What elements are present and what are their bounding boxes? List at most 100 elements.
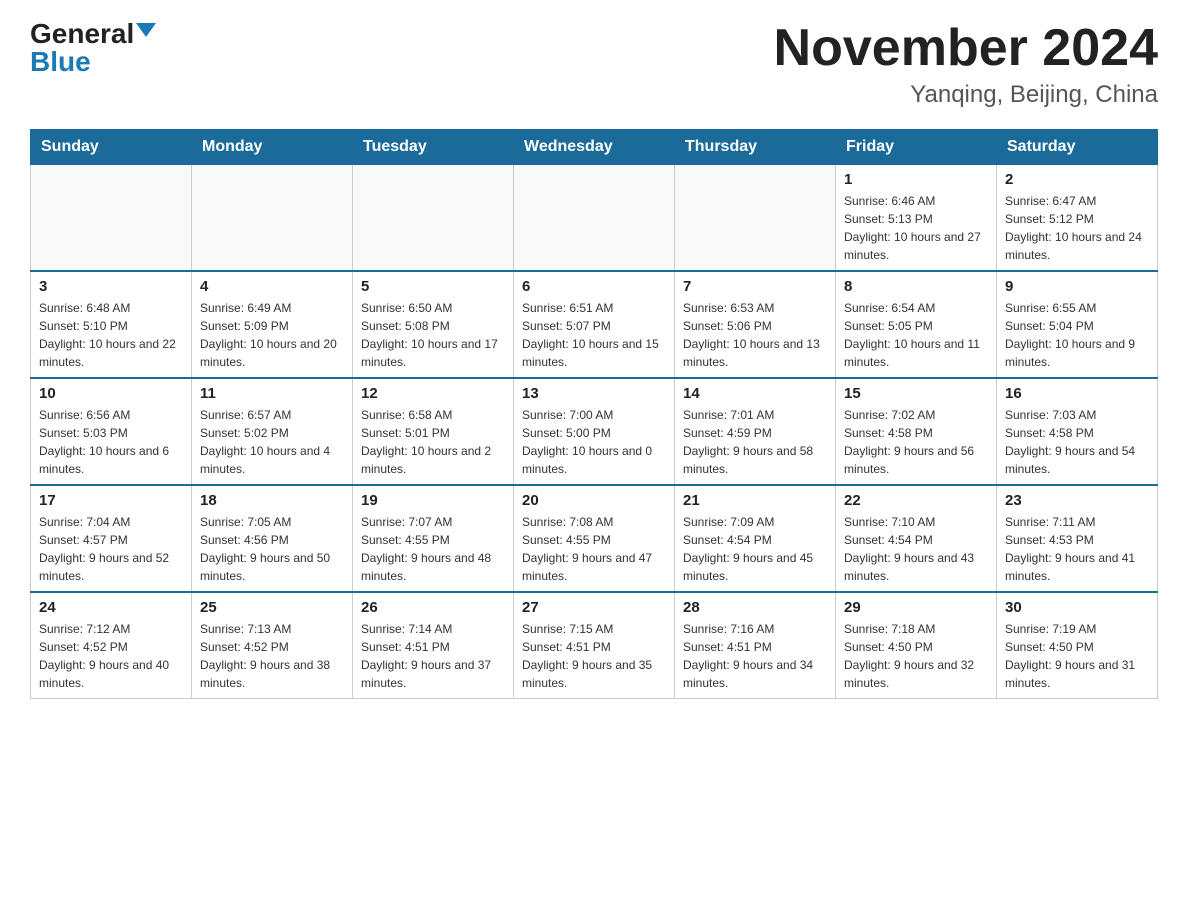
- calendar-cell: 20Sunrise: 7:08 AMSunset: 4:55 PMDayligh…: [514, 485, 675, 592]
- day-info: Sunrise: 7:11 AMSunset: 4:53 PMDaylight:…: [1005, 513, 1149, 585]
- day-number: 13: [522, 385, 666, 402]
- day-info: Sunrise: 6:47 AMSunset: 5:12 PMDaylight:…: [1005, 192, 1149, 264]
- calendar-cell: 6Sunrise: 6:51 AMSunset: 5:07 PMDaylight…: [514, 271, 675, 378]
- day-number: 30: [1005, 599, 1149, 616]
- calendar-header-row: SundayMondayTuesdayWednesdayThursdayFrid…: [31, 130, 1158, 165]
- calendar-cell: [192, 165, 353, 272]
- calendar-cell: 17Sunrise: 7:04 AMSunset: 4:57 PMDayligh…: [31, 485, 192, 592]
- day-info: Sunrise: 7:08 AMSunset: 4:55 PMDaylight:…: [522, 513, 666, 585]
- day-info: Sunrise: 6:48 AMSunset: 5:10 PMDaylight:…: [39, 299, 183, 371]
- calendar-week-3: 10 Sunrise: 6:56 AMSunset: 5:03 PMDayligh…: [31, 378, 1158, 485]
- day-info: Sunrise: 6:46 AMSunset: 5:13 PMDaylight:…: [844, 192, 988, 264]
- calendar-cell: 11 Sunrise: 6:57 AMSunset: 5:02 PMDayligh…: [192, 378, 353, 485]
- day-header-tuesday: Tuesday: [353, 130, 514, 165]
- day-number: 17: [39, 492, 183, 509]
- page-header: General Blue November 2024 Yanqing, Beij…: [30, 20, 1158, 109]
- day-number: 25: [200, 599, 344, 616]
- calendar-cell: 9Sunrise: 6:55 AMSunset: 5:04 PMDaylight…: [997, 271, 1158, 378]
- logo: General Blue: [30, 20, 156, 76]
- calendar-cell: [31, 165, 192, 272]
- day-info: Sunrise: 6:51 AMSunset: 5:07 PMDaylight:…: [522, 299, 666, 371]
- day-info: Sunrise: 7:13 AMSunset: 4:52 PMDaylight:…: [200, 620, 344, 692]
- calendar-cell: 10 Sunrise: 6:56 AMSunset: 5:03 PMDayligh…: [31, 378, 192, 485]
- day-number: 14: [683, 385, 827, 402]
- day-info: Sunrise: 7:09 AMSunset: 4:54 PMDaylight:…: [683, 513, 827, 585]
- calendar-table: SundayMondayTuesdayWednesdayThursdayFrid…: [30, 129, 1158, 699]
- day-header-sunday: Sunday: [31, 130, 192, 165]
- day-info: Sunrise: 7:19 AMSunset: 4:50 PMDaylight:…: [1005, 620, 1149, 692]
- calendar-cell: 25 Sunrise: 7:13 AMSunset: 4:52 PMDayligh…: [192, 592, 353, 699]
- calendar-cell: 23 Sunrise: 7:11 AMSunset: 4:53 PMDayligh…: [997, 485, 1158, 592]
- day-info: Sunrise: 7:07 AMSunset: 4:55 PMDaylight:…: [361, 513, 505, 585]
- day-number: 4: [200, 278, 344, 295]
- calendar-cell: 7Sunrise: 6:53 AMSunset: 5:06 PMDaylight…: [675, 271, 836, 378]
- calendar-cell: 16Sunrise: 7:03 AMSunset: 4:58 PMDayligh…: [997, 378, 1158, 485]
- calendar-cell: 29Sunrise: 7:18 AMSunset: 4:50 PMDayligh…: [836, 592, 997, 699]
- calendar-week-1: 1 Sunrise: 6:46 AMSunset: 5:13 PMDaylight…: [31, 165, 1158, 272]
- calendar-cell: 4 Sunrise: 6:49 AMSunset: 5:09 PMDaylight…: [192, 271, 353, 378]
- day-info: Sunrise: 7:00 AMSunset: 5:00 PMDaylight:…: [522, 406, 666, 478]
- calendar-cell: 3 Sunrise: 6:48 AMSunset: 5:10 PMDaylight…: [31, 271, 192, 378]
- day-info: Sunrise: 6:50 AMSunset: 5:08 PMDaylight:…: [361, 299, 505, 371]
- day-number: 11: [200, 385, 344, 402]
- day-header-saturday: Saturday: [997, 130, 1158, 165]
- day-info: Sunrise: 7:14 AMSunset: 4:51 PMDaylight:…: [361, 620, 505, 692]
- calendar-subtitle: Yanqing, Beijing, China: [774, 81, 1158, 109]
- day-number: 21: [683, 492, 827, 509]
- calendar-week-4: 17Sunrise: 7:04 AMSunset: 4:57 PMDayligh…: [31, 485, 1158, 592]
- calendar-cell: 13 Sunrise: 7:00 AMSunset: 5:00 PMDayligh…: [514, 378, 675, 485]
- calendar-cell: 21 Sunrise: 7:09 AMSunset: 4:54 PMDayligh…: [675, 485, 836, 592]
- day-header-wednesday: Wednesday: [514, 130, 675, 165]
- day-info: Sunrise: 6:54 AMSunset: 5:05 PMDaylight:…: [844, 299, 988, 371]
- day-number: 10: [39, 385, 183, 402]
- calendar-cell: 27Sunrise: 7:15 AMSunset: 4:51 PMDayligh…: [514, 592, 675, 699]
- day-info: Sunrise: 7:16 AMSunset: 4:51 PMDaylight:…: [683, 620, 827, 692]
- calendar-cell: 30 Sunrise: 7:19 AMSunset: 4:50 PMDayligh…: [997, 592, 1158, 699]
- logo-blue-text: Blue: [30, 48, 91, 76]
- day-info: Sunrise: 7:10 AMSunset: 4:54 PMDaylight:…: [844, 513, 988, 585]
- day-info: Sunrise: 7:05 AMSunset: 4:56 PMDaylight:…: [200, 513, 344, 585]
- calendar-week-5: 24Sunrise: 7:12 AMSunset: 4:52 PMDayligh…: [31, 592, 1158, 699]
- calendar-cell: 1 Sunrise: 6:46 AMSunset: 5:13 PMDaylight…: [836, 165, 997, 272]
- logo-general-text: General: [30, 20, 134, 48]
- calendar-cell: 24Sunrise: 7:12 AMSunset: 4:52 PMDayligh…: [31, 592, 192, 699]
- day-header-monday: Monday: [192, 130, 353, 165]
- day-number: 7: [683, 278, 827, 295]
- day-info: Sunrise: 7:18 AMSunset: 4:50 PMDaylight:…: [844, 620, 988, 692]
- day-info: Sunrise: 6:55 AMSunset: 5:04 PMDaylight:…: [1005, 299, 1149, 371]
- calendar-cell: 15Sunrise: 7:02 AMSunset: 4:58 PMDayligh…: [836, 378, 997, 485]
- day-number: 8: [844, 278, 988, 295]
- day-info: Sunrise: 6:58 AMSunset: 5:01 PMDaylight:…: [361, 406, 505, 478]
- calendar-cell: 2 Sunrise: 6:47 AMSunset: 5:12 PMDaylight…: [997, 165, 1158, 272]
- title-block: November 2024 Yanqing, Beijing, China: [774, 20, 1158, 109]
- day-number: 2: [1005, 171, 1149, 188]
- day-info: Sunrise: 6:57 AMSunset: 5:02 PMDaylight:…: [200, 406, 344, 478]
- calendar-cell: 14Sunrise: 7:01 AMSunset: 4:59 PMDayligh…: [675, 378, 836, 485]
- calendar-cell: 28Sunrise: 7:16 AMSunset: 4:51 PMDayligh…: [675, 592, 836, 699]
- day-header-friday: Friday: [836, 130, 997, 165]
- calendar-title: November 2024: [774, 20, 1158, 77]
- calendar-cell: 18 Sunrise: 7:05 AMSunset: 4:56 PMDayligh…: [192, 485, 353, 592]
- calendar-cell: 8 Sunrise: 6:54 AMSunset: 5:05 PMDaylight…: [836, 271, 997, 378]
- day-header-thursday: Thursday: [675, 130, 836, 165]
- day-number: 22: [844, 492, 988, 509]
- calendar-cell: 12 Sunrise: 6:58 AMSunset: 5:01 PMDayligh…: [353, 378, 514, 485]
- calendar-cell: [353, 165, 514, 272]
- day-number: 3: [39, 278, 183, 295]
- day-number: 1: [844, 171, 988, 188]
- day-number: 23: [1005, 492, 1149, 509]
- calendar-cell: 19 Sunrise: 7:07 AMSunset: 4:55 PMDayligh…: [353, 485, 514, 592]
- day-info: Sunrise: 6:56 AMSunset: 5:03 PMDaylight:…: [39, 406, 183, 478]
- calendar-cell: 5Sunrise: 6:50 AMSunset: 5:08 PMDaylight…: [353, 271, 514, 378]
- day-number: 12: [361, 385, 505, 402]
- calendar-cell: [675, 165, 836, 272]
- calendar-week-2: 3 Sunrise: 6:48 AMSunset: 5:10 PMDaylight…: [31, 271, 1158, 378]
- day-info: Sunrise: 7:03 AMSunset: 4:58 PMDaylight:…: [1005, 406, 1149, 478]
- day-number: 24: [39, 599, 183, 616]
- calendar-cell: 22 Sunrise: 7:10 AMSunset: 4:54 PMDayligh…: [836, 485, 997, 592]
- calendar-cell: 26Sunrise: 7:14 AMSunset: 4:51 PMDayligh…: [353, 592, 514, 699]
- day-number: 18: [200, 492, 344, 509]
- day-info: Sunrise: 6:49 AMSunset: 5:09 PMDaylight:…: [200, 299, 344, 371]
- calendar-cell: [514, 165, 675, 272]
- day-number: 19: [361, 492, 505, 509]
